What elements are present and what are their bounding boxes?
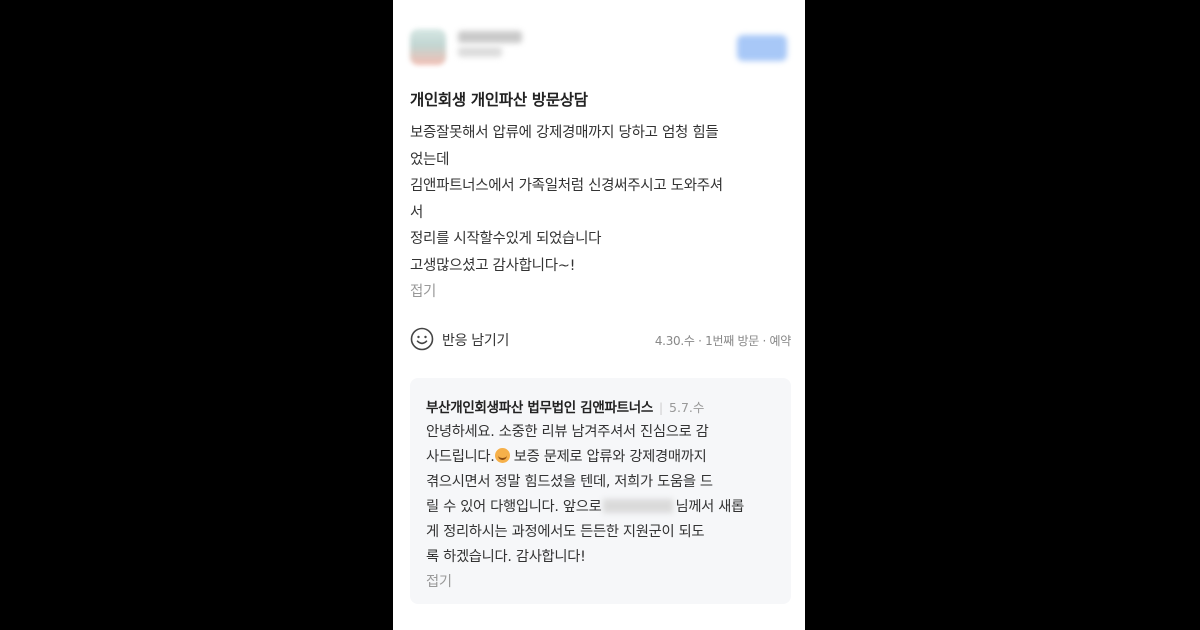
review-fold-link[interactable]: 접기 bbox=[410, 279, 800, 306]
react-button-label[interactable]: 반응 남기기 bbox=[442, 330, 509, 350]
review-line: 었는데 bbox=[410, 151, 450, 168]
reply-fold-link[interactable]: 접기 bbox=[426, 570, 786, 595]
reply-line-part: 사드립니다. bbox=[426, 449, 495, 465]
reply-owner-name: 부산개인회생파산 법무법인 김앤파트너스 bbox=[426, 400, 653, 416]
reply-line: 록 하겠습니다. 감사합니다! bbox=[426, 549, 586, 565]
review-title: 개인회생 개인파산 방문상담 bbox=[410, 91, 588, 109]
reaction-row: 반응 남기기 4.30.수 · 1번째 방문 · 예약 bbox=[410, 326, 791, 354]
reply-date: 5.7.수 bbox=[669, 400, 705, 415]
review-line: 서 bbox=[410, 204, 424, 221]
review-line: 김앤파트너스에서 가족일처럼 신경써주시고 도와주셔 bbox=[410, 178, 723, 194]
reply-line: 게 정리하시는 과정에서도 든든한 지원군이 되도 bbox=[426, 524, 705, 540]
review-line: 정리를 시작할수있게 되었습니다 bbox=[410, 231, 602, 247]
reply-line: 릴 수 있어 다행입니다. 앞으로 님께서 새롭 bbox=[426, 495, 786, 520]
divider: | bbox=[658, 401, 664, 415]
reply-line: 겪으시면서 정말 힘드셨을 텐데, 저희가 도움을 드 bbox=[426, 474, 713, 490]
review-text: 보증잘못해서 압류에 강제경매까지 당하고 엄청 힘들 었는데 김앤파트너스에서… bbox=[410, 120, 800, 306]
reply-line-part: 릴 수 있어 다행입니다. 앞으로 bbox=[426, 499, 602, 515]
owner-reply: 부산개인회생파산 법무법인 김앤파트너스 | 5.7.수 안녕하세요. 소중한 리뷰… bbox=[410, 378, 791, 604]
blurred-user-stats bbox=[458, 47, 502, 57]
reply-line-part: 보증 문제로 압류와 강제경매까지 bbox=[509, 449, 707, 465]
follow-button[interactable] bbox=[737, 35, 787, 61]
reply-line: 안녕하세요. 소중한 리뷰 남겨주셔서 진심으로 감 bbox=[426, 424, 709, 440]
blurred-nickname[interactable] bbox=[458, 31, 522, 43]
smile-icon[interactable] bbox=[410, 327, 434, 351]
reply-header: 부산개인회생파산 법무법인 김앤파트너스 | 5.7.수 bbox=[426, 396, 704, 416]
review-card: 개인회생 개인파산 방문상담 보증잘못해서 압류에 강제경매까지 당하고 엄청 … bbox=[393, 0, 805, 630]
reply-text: 안녕하세요. 소중한 리뷰 남겨주셔서 진심으로 감 사드립니다. 보증 문제로… bbox=[426, 420, 786, 595]
avatar[interactable] bbox=[410, 29, 446, 65]
visit-meta: 4.30.수 · 1번째 방문 · 예약 bbox=[654, 334, 791, 348]
review-line: 보증잘못해서 압류에 강제경매까지 당하고 엄청 힘들 bbox=[410, 125, 719, 141]
blurred-customer-name bbox=[603, 499, 674, 513]
reply-line: 사드립니다. 보증 문제로 압류와 강제경매까지 bbox=[426, 445, 786, 470]
smiling-emoji-icon bbox=[494, 448, 510, 463]
reply-line-part: 님께서 새롭 bbox=[675, 499, 744, 515]
review-header bbox=[410, 25, 793, 73]
review-line: 고생많으셨고 감사합니다~! bbox=[410, 257, 576, 274]
